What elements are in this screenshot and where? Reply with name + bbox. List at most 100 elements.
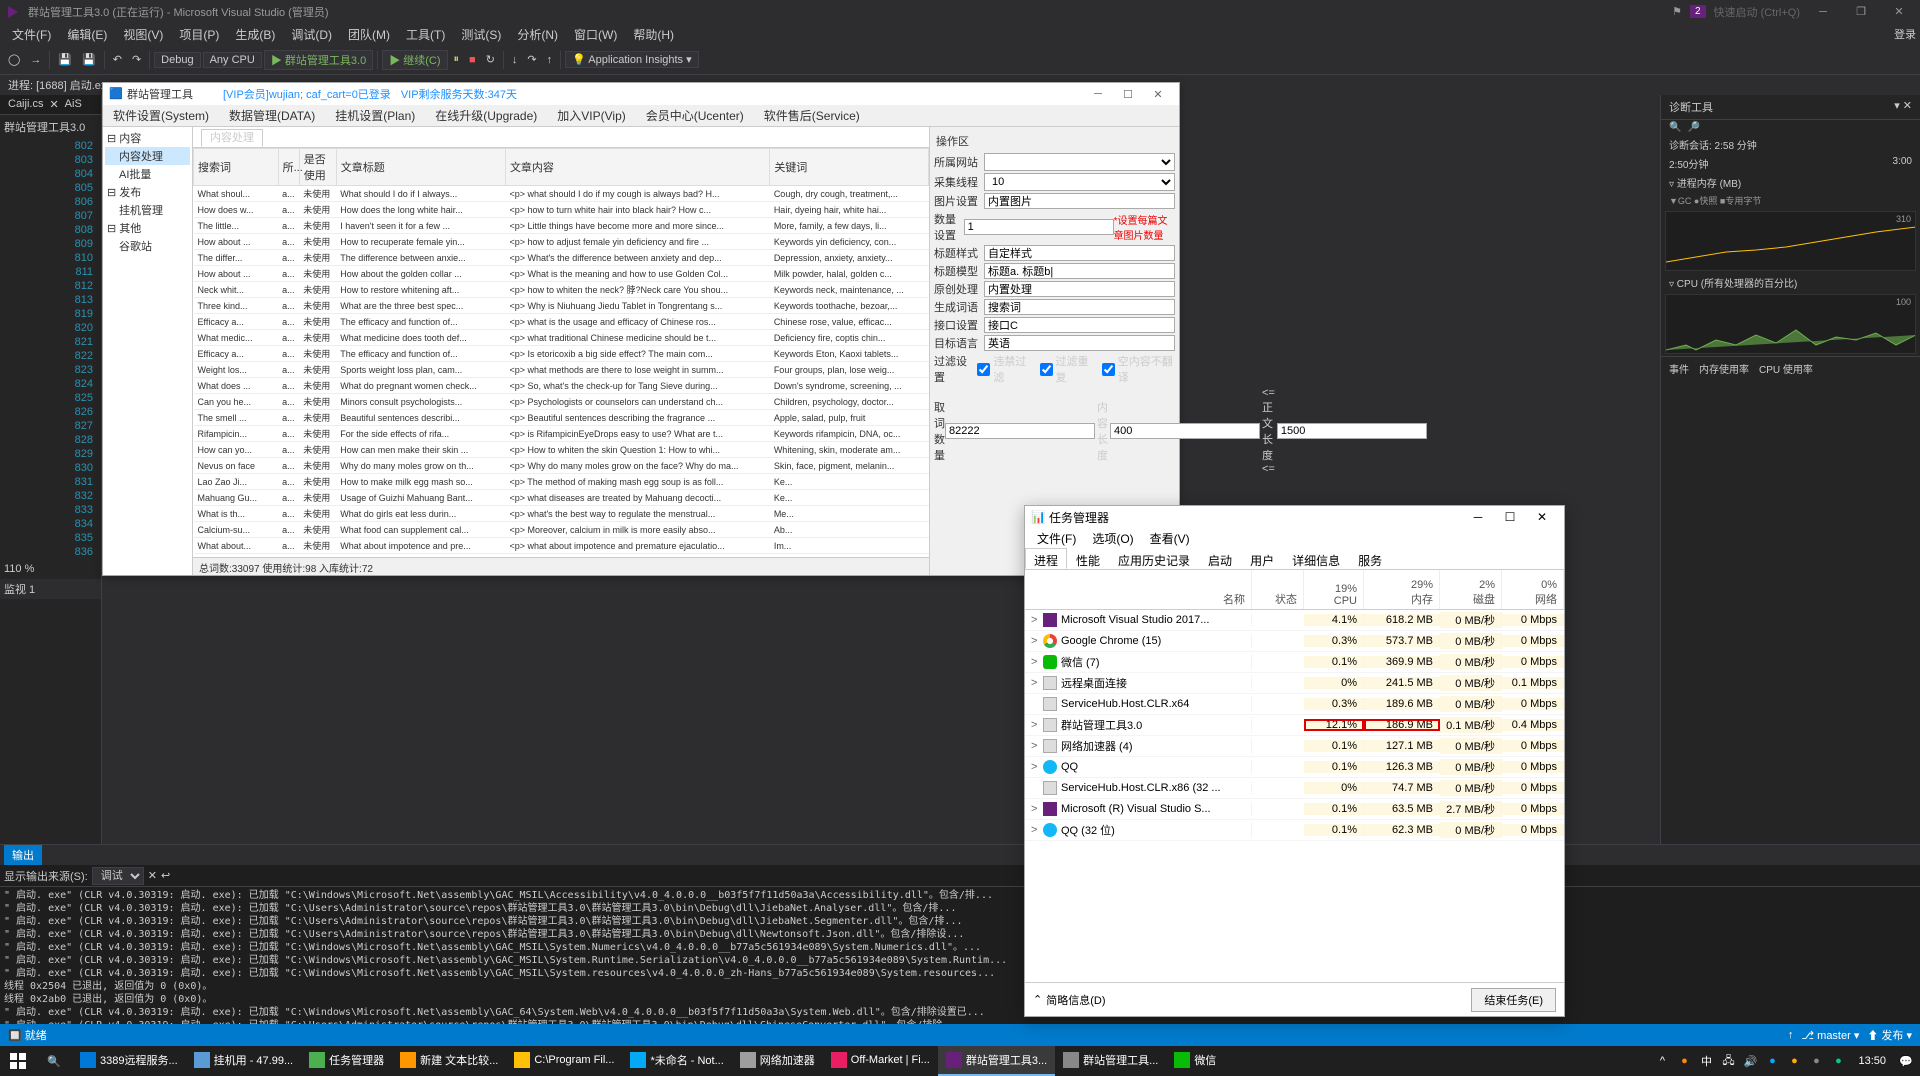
lenmax-input[interactable]	[1277, 423, 1427, 439]
menu-team[interactable]: 团队(M)	[340, 24, 398, 45]
menu-project[interactable]: 项目(P)	[171, 24, 227, 45]
data-table[interactable]: 搜索词所...是否使用文章标题文章内容关键词What shoul...a...未…	[193, 148, 929, 557]
menu-window[interactable]: 窗口(W)	[566, 24, 625, 45]
menu-help[interactable]: 帮助(H)	[625, 24, 682, 45]
restore-button[interactable]: ❐	[1846, 5, 1876, 18]
tray-up-icon[interactable]: ^	[1654, 1055, 1670, 1067]
process-row[interactable]: >群站管理工具3.012.1%186.9 MB0.1 MB/秒0.4 Mbps	[1025, 715, 1564, 736]
app-insights[interactable]: 💡 Application Insights ▾	[565, 51, 699, 68]
menu-view[interactable]: 视图(V)	[115, 24, 171, 45]
notifications-icon[interactable]: 💬	[1898, 1055, 1914, 1068]
table-row[interactable]: Rifampicin...a...未使用For the side effects…	[194, 426, 929, 442]
table-row[interactable]: Lao Zao Ji...a...未使用How to make milk egg…	[194, 474, 929, 490]
restart-icon[interactable]: ↻	[482, 51, 499, 68]
platform-dropdown[interactable]: Any CPU	[203, 52, 262, 68]
process-row[interactable]: ServiceHub.Host.CLR.x640.3%189.6 MB0 MB/…	[1025, 694, 1564, 715]
config-dropdown[interactable]: Debug	[154, 52, 200, 68]
tree-node[interactable]: 内容处理	[105, 147, 190, 165]
table-row[interactable]: How about ...a...未使用How about the golden…	[194, 266, 929, 282]
tm-menu-item[interactable]: 选项(O)	[1084, 528, 1141, 548]
tray-volume-icon[interactable]: 🔊	[1742, 1055, 1758, 1068]
chk-dup[interactable]	[1040, 363, 1053, 376]
process-row[interactable]: >QQ0.1%126.3 MB0 MB/秒0 Mbps	[1025, 757, 1564, 778]
table-row[interactable]: Efficacy a...a...未使用The efficacy and fun…	[194, 314, 929, 330]
output-text[interactable]: " 启动. exe" (CLR v4.0.30319: 启动. exe): 已加…	[0, 887, 1920, 1034]
end-task-button[interactable]: 结束任务(E)	[1471, 988, 1556, 1012]
tree-node[interactable]: ⊟ 内容	[105, 129, 190, 147]
tray-item3-icon[interactable]: ●	[1786, 1055, 1802, 1067]
chk-ban[interactable]	[977, 363, 990, 376]
system-tray[interactable]: ^ ● 中 🖧 🔊 ● ● ● ● 13:50 💬	[1648, 1052, 1920, 1071]
tray-item-icon[interactable]: ●	[1676, 1055, 1692, 1067]
menu-build[interactable]: 生成(B)	[227, 24, 283, 45]
process-row[interactable]: >Google Chrome (15)0.3%573.7 MB0 MB/秒0 M…	[1025, 631, 1564, 652]
tm-menu-item[interactable]: 查看(V)	[1142, 528, 1198, 548]
genword-input[interactable]	[984, 299, 1175, 315]
taskbar-item[interactable]: 网络加速器	[732, 1046, 823, 1076]
nav-back-icon[interactable]: ◯	[4, 51, 24, 68]
saveall-icon[interactable]: 💾	[78, 51, 100, 68]
zoom-label[interactable]: 110 %	[0, 559, 101, 579]
tab-close-icon[interactable]: ✕	[49, 98, 58, 111]
tm-close-button[interactable]: ✕	[1526, 510, 1558, 524]
step-into-icon[interactable]: ↓	[508, 52, 522, 68]
getqty-input[interactable]	[945, 423, 1095, 439]
expand-icon[interactable]: >	[1031, 656, 1039, 668]
tm-min-button[interactable]: ─	[1462, 510, 1494, 524]
column-header[interactable]: 是否使用	[299, 149, 336, 186]
tray-ime[interactable]: 中	[1698, 1053, 1714, 1069]
taskbar-item[interactable]: Off-Market | Fi...	[823, 1046, 938, 1076]
redo-icon[interactable]: ↷	[128, 51, 145, 68]
app-tree[interactable]: ⊟ 内容内容处理AI批量⊟ 发布挂机管理⊟ 其他谷歌站	[103, 127, 193, 575]
taskbar-item[interactable]: 3389远程服务...	[72, 1046, 186, 1076]
diag-close-icon[interactable]: ▾ ✕	[1894, 99, 1912, 115]
expand-icon[interactable]: >	[1031, 803, 1039, 815]
expand-icon[interactable]: >	[1031, 824, 1039, 836]
menu-edit[interactable]: 编辑(E)	[59, 24, 115, 45]
api-input[interactable]	[984, 317, 1175, 333]
taskbar-item[interactable]: 微信	[1166, 1046, 1224, 1076]
menu-file[interactable]: 文件(F)	[4, 24, 59, 45]
tm-tab[interactable]: 用户	[1241, 548, 1283, 569]
expand-icon[interactable]: >	[1031, 761, 1039, 773]
table-row[interactable]: The little...a...未使用I haven't seen it fo…	[194, 218, 929, 234]
column-header[interactable]: 关键词	[770, 149, 929, 186]
diag-tab-mem[interactable]: 内存使用率	[1699, 361, 1749, 376]
start-button[interactable]	[0, 1046, 36, 1076]
table-row[interactable]: What shoul...a...未使用What should I do if …	[194, 186, 929, 202]
app-max-button[interactable]: ☐	[1113, 88, 1143, 101]
output-clear-icon[interactable]: ✕	[148, 869, 157, 882]
tab-caiji[interactable]: Caiji.cs	[8, 98, 43, 111]
flag-icon[interactable]: ⚑	[1672, 5, 1682, 18]
expand-icon[interactable]: >	[1031, 677, 1039, 689]
menu-test[interactable]: 测试(S)	[453, 24, 509, 45]
app-menu-item[interactable]: 在线升级(Upgrade)	[425, 104, 547, 127]
tree-node[interactable]: ⊟ 其他	[105, 219, 190, 237]
thread-select[interactable]: 10	[984, 173, 1175, 191]
table-row[interactable]: What does ...a...未使用What do pregnant wom…	[194, 378, 929, 394]
column-header[interactable]: 所...	[278, 149, 299, 186]
continue-button[interactable]: ▶ 继续(C)	[382, 50, 447, 70]
tm-tab[interactable]: 服务	[1349, 548, 1391, 569]
tm-tab[interactable]: 详细信息	[1283, 548, 1349, 569]
tree-node[interactable]: AI批量	[105, 165, 190, 183]
app-menu-item[interactable]: 会员中心(Ucenter)	[636, 104, 754, 127]
table-row[interactable]: Can you he...a...未使用Minors consult psych…	[194, 394, 929, 410]
lang-input[interactable]	[984, 335, 1175, 351]
clock[interactable]: 13:50	[1852, 1055, 1892, 1067]
column-header[interactable]: 搜索词	[194, 149, 279, 186]
git-add-icon[interactable]: ↑	[1788, 1029, 1794, 1041]
close-button[interactable]: ✕	[1884, 5, 1914, 18]
tm-tab[interactable]: 进程	[1025, 548, 1067, 569]
table-row[interactable]: Nevus on facea...未使用Why do many moles gr…	[194, 458, 929, 474]
process-row[interactable]: >Microsoft (R) Visual Studio S...0.1%63.…	[1025, 799, 1564, 820]
diag-tab-cpu[interactable]: CPU 使用率	[1759, 361, 1813, 376]
site-select[interactable]	[984, 153, 1175, 171]
tm-tab[interactable]: 性能	[1067, 548, 1109, 569]
process-row[interactable]: >远程桌面连接0%241.5 MB0 MB/秒0.1 Mbps	[1025, 673, 1564, 694]
table-row[interactable]: Mahuang Gu...a...未使用Usage of Guizhi Mahu…	[194, 490, 929, 506]
table-row[interactable]: How can yo...a...未使用How can men make the…	[194, 442, 929, 458]
taskbar-item[interactable]: 群站管理工具...	[1055, 1046, 1166, 1076]
chk-empty[interactable]	[1102, 363, 1115, 376]
expand-icon[interactable]: >	[1031, 614, 1039, 626]
